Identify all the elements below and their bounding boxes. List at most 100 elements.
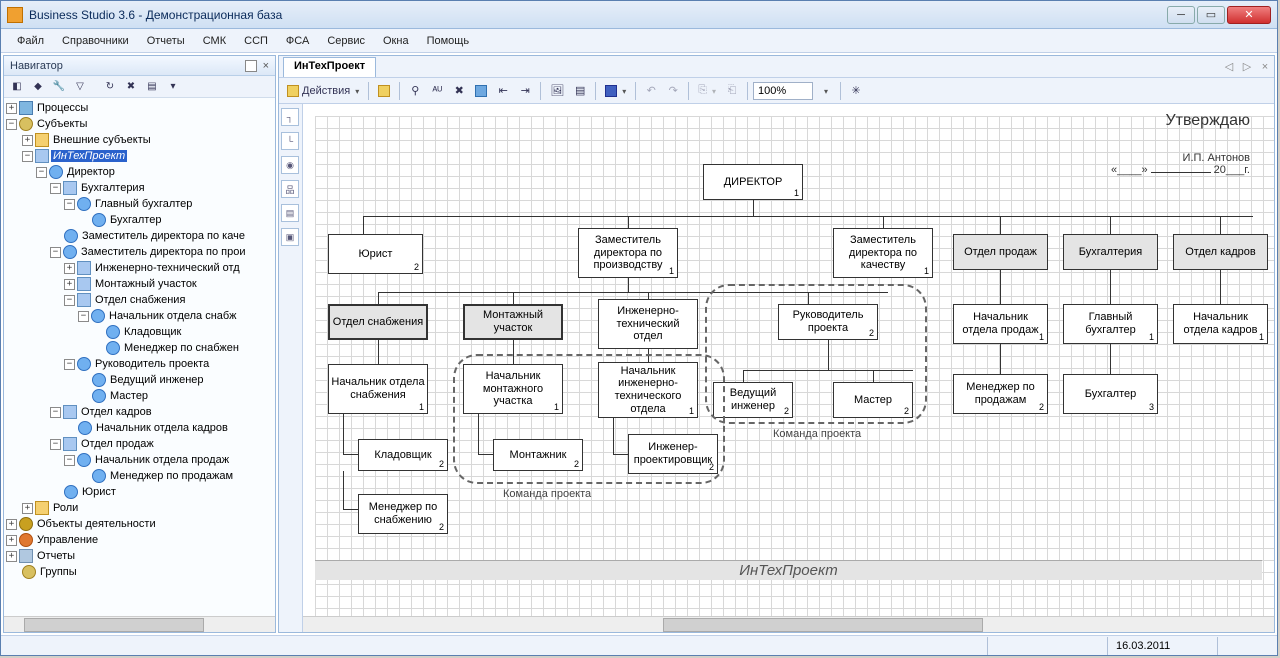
tree-processes[interactable]: Процессы [35, 102, 90, 114]
pin-icon[interactable] [245, 60, 257, 72]
minimize-button[interactable]: ─ [1167, 6, 1195, 24]
canvas-hscrollbar[interactable] [303, 616, 1274, 632]
status-bar: 16.03.2011 [1, 635, 1277, 655]
tool-import-icon[interactable]: ⇤ [493, 81, 513, 101]
tool-redo-icon[interactable]: ↷ [663, 81, 683, 101]
status-empty [987, 637, 1107, 655]
box-mont[interactable]: Монтажный участок [463, 304, 563, 340]
team-label-right: Команда проекта [773, 428, 861, 440]
sidetool-6[interactable]: ▣ [281, 228, 299, 246]
box-kadr[interactable]: Отдел кадров [1173, 234, 1268, 270]
sidetool-3[interactable]: ◉ [281, 156, 299, 174]
nav-tool-new[interactable]: ◧ [8, 78, 26, 96]
menu-file[interactable]: Файл [9, 32, 52, 50]
box-mprod[interactable]: Менеджер по продажам2 [953, 374, 1048, 414]
tool-auto-icon[interactable]: ᴬᵁ [427, 81, 447, 101]
diagram-footer: ИнТехПроект [315, 560, 1262, 580]
nav-tool-more[interactable]: ▾ [164, 78, 182, 96]
nav-tool-page[interactable]: ▤ [143, 78, 161, 96]
signature-block: И.П. Антонов «____»20___г. [1111, 152, 1250, 176]
zoom-input[interactable] [753, 82, 813, 100]
diagram-toolbar: Действия ⚲ ᴬᵁ ✖ ⇤ ⇥ 🖼 ▤ ↶ ↷ ⎘ [279, 78, 1274, 104]
diagram-canvas[interactable]: Утверждаю И.П. Антонов «____»20___г. ДИР… [303, 104, 1274, 632]
collapse-icon[interactable]: − [6, 119, 17, 130]
zoom-dropdown-icon[interactable] [815, 81, 835, 101]
box-bux[interactable]: Бухгалтер3 [1063, 374, 1158, 414]
nav-tool-del[interactable]: ✖ [122, 78, 140, 96]
box-zamp[interactable]: Заместитель директора по производству1 [578, 228, 678, 278]
menu-reports[interactable]: Отчеты [139, 32, 193, 50]
navigator-title: Навигатор [10, 60, 63, 72]
menu-smk[interactable]: СМК [195, 32, 234, 50]
nav-tool-compass[interactable]: ◆ [29, 78, 47, 96]
sidetool-1[interactable]: ┐ [281, 108, 299, 126]
tab-active[interactable]: ИнТехПроект [283, 57, 376, 77]
box-snab[interactable]: Отдел снабжения [328, 304, 428, 340]
box-nsnab[interactable]: Начальник отдела снабжения1 [328, 364, 428, 414]
side-toolbar: ┐ └ ◉ 品 ▤ ▣ [279, 104, 303, 632]
tab-next-icon[interactable]: ▷ [1240, 60, 1254, 74]
expand-icon[interactable]: + [6, 103, 17, 114]
maximize-button[interactable]: ▭ [1197, 6, 1225, 24]
groups-icon [22, 565, 36, 579]
nav-tool-filter[interactable]: ▽ [71, 78, 89, 96]
menu-refs[interactable]: Справочники [54, 32, 137, 50]
tool-paste-icon[interactable]: ⎗ [722, 81, 742, 101]
navigator-panel: Навигатор × ◧ ◆ 🔧 ▽ ↻ ✖ ▤ ▾ + Процессы − С… [3, 55, 276, 633]
sidetool-2[interactable]: └ [281, 132, 299, 150]
tool-spark-icon[interactable]: ✳ [846, 81, 866, 101]
box-ito[interactable]: Инженерно-технический отдел [598, 299, 698, 349]
tool-page-icon[interactable]: ▤ [570, 81, 590, 101]
box-director[interactable]: ДИРЕКТОР1 [703, 164, 803, 200]
tool-export-icon[interactable]: ⇥ [515, 81, 535, 101]
navigator-tree[interactable]: +Процессы −Субъекты +Внешние субъекты −И… [4, 98, 275, 616]
box-zamk[interactable]: Заместитель директора по качеству1 [833, 228, 933, 278]
tool-image-icon[interactable]: 🖼 [546, 81, 568, 101]
titlebar[interactable]: Business Studio 3.6 - Демонстрационная б… [1, 1, 1277, 29]
tree-ext[interactable]: Внешние субъекты [51, 134, 153, 146]
tool-wrench-icon[interactable]: ✖ [449, 81, 469, 101]
tool-org-icon[interactable] [471, 81, 491, 101]
menu-help[interactable]: Помощь [419, 32, 478, 50]
app-window: Business Studio 3.6 - Демонстрационная б… [0, 0, 1278, 656]
nav-tool-refresh[interactable]: ↻ [101, 78, 119, 96]
tool-undo-icon[interactable]: ↶ [641, 81, 661, 101]
save-button[interactable] [601, 81, 630, 101]
document-tabs: ИнТехПроект ◁ ▷ × [279, 56, 1274, 78]
tab-prev-icon[interactable]: ◁ [1222, 60, 1236, 74]
menu-windows[interactable]: Окна [375, 32, 417, 50]
tool-copy-icon[interactable]: ⎘ [694, 81, 720, 101]
box-gbuh[interactable]: Главный бухгалтер1 [1063, 304, 1158, 344]
menu-service[interactable]: Сервис [319, 32, 373, 50]
nav-close-icon[interactable]: × [263, 60, 269, 72]
box-msnab[interactable]: Менеджер по снабжению2 [358, 494, 448, 534]
nav-tool-wrench[interactable]: 🔧 [50, 78, 68, 96]
objects-icon [19, 517, 33, 531]
sidetool-5[interactable]: ▤ [281, 204, 299, 222]
box-nprod[interactable]: Начальник отдела продаж1 [953, 304, 1048, 344]
navigator-toolbar: ◧ ◆ 🔧 ▽ ↻ ✖ ▤ ▾ [4, 76, 275, 98]
menu-bar: Файл Справочники Отчеты СМК ССП ФСА Серв… [1, 29, 1277, 53]
tree-selected[interactable]: ИнТехПроект [51, 150, 127, 162]
tree-subjects[interactable]: Субъекты [35, 118, 89, 130]
tree-director[interactable]: Директор [65, 166, 117, 178]
close-button[interactable]: ✕ [1227, 6, 1271, 24]
box-klad[interactable]: Кладовщик2 [358, 439, 448, 471]
menu-ssp[interactable]: ССП [236, 32, 276, 50]
tool-person-icon[interactable]: ⚲ [405, 81, 425, 101]
navigator-header[interactable]: Навигатор × [4, 56, 275, 76]
box-yurist[interactable]: Юрист2 [328, 234, 423, 274]
actions-button[interactable]: Действия [283, 81, 363, 101]
box-prod[interactable]: Отдел продаж [953, 234, 1048, 270]
tab-close-icon[interactable]: × [1258, 60, 1272, 74]
sidetool-4[interactable]: 品 [281, 180, 299, 198]
status-resize[interactable] [1217, 637, 1277, 655]
edit-button[interactable] [374, 81, 394, 101]
box-nkadr[interactable]: Начальник отдела кадров1 [1173, 304, 1268, 344]
window-title: Business Studio 3.6 - Демонстрационная б… [29, 8, 1167, 22]
menu-fsa[interactable]: ФСА [278, 32, 317, 50]
nav-hscrollbar[interactable] [4, 616, 275, 632]
reports-icon [19, 549, 33, 563]
team-label-left: Команда проекта [503, 488, 591, 500]
box-buh[interactable]: Бухгалтерия [1063, 234, 1158, 270]
